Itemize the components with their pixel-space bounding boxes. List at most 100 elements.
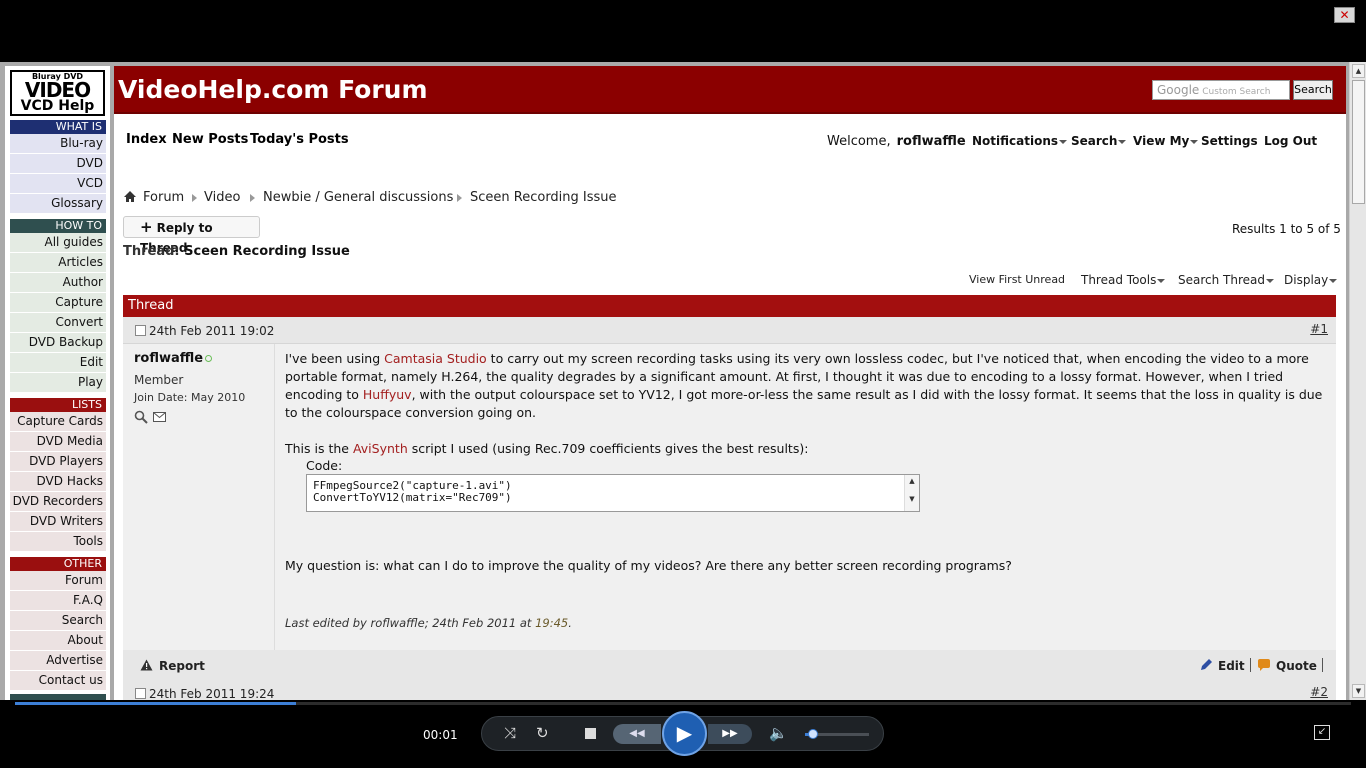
post-author[interactable]: roflwaffle: [134, 351, 203, 366]
forum-title[interactable]: VideoHelp.com Forum: [118, 75, 428, 104]
reply-to-thread-button[interactable]: + Reply to Thread: [123, 216, 260, 255]
close-button[interactable]: ✕: [1334, 7, 1355, 23]
post-select-checkbox[interactable]: [135, 325, 146, 336]
search-placeholder: Custom Search: [1202, 87, 1271, 97]
code-block[interactable]: FFmpegSource2("capture-1.avi") ConvertTo…: [306, 474, 920, 512]
nav-play[interactable]: Play: [10, 373, 106, 392]
display-menu[interactable]: Display: [1284, 273, 1338, 287]
nav-dvd[interactable]: DVD: [10, 154, 106, 173]
chevron-down-icon: [1266, 278, 1274, 283]
repeat-icon[interactable]: ↻: [536, 724, 549, 742]
report-button[interactable]: Report: [159, 659, 205, 673]
nav-dvd-writers[interactable]: DVD Writers: [10, 512, 106, 531]
scrollbar-thumb[interactable]: [1352, 80, 1365, 204]
search-label: Search: [1071, 134, 1118, 148]
google-search-button[interactable]: Search: [1293, 80, 1333, 100]
log-out-link[interactable]: Log Out: [1264, 134, 1317, 148]
search-thread-menu[interactable]: Search Thread: [1178, 273, 1274, 287]
view-my-menu[interactable]: View My: [1133, 134, 1199, 148]
pencil-icon: [1201, 659, 1212, 670]
breadcrumb-sep-icon: [192, 194, 197, 202]
scroll-down-icon[interactable]: ▼: [905, 495, 919, 503]
last-edited-time: 19:45: [535, 616, 569, 630]
post-body: I've been using Camtasia Studio to carry…: [275, 344, 1336, 650]
volume-knob[interactable]: [807, 729, 818, 739]
logo-line3: VCD Help: [20, 98, 95, 114]
nav-blu-ray[interactable]: Blu-ray: [10, 134, 106, 153]
post-paragraph-3: My question is: what can I do to improve…: [285, 558, 1012, 573]
nav-capture-cards[interactable]: Capture Cards: [10, 412, 106, 431]
logo-line2: VIDEO: [24, 78, 91, 102]
para2-part-a: This is the: [285, 441, 353, 456]
nav-dvd-media[interactable]: DVD Media: [10, 432, 106, 451]
volume-slider[interactable]: [805, 729, 869, 739]
nav-dvd-players[interactable]: DVD Players: [10, 452, 106, 471]
chevron-down-icon: [1190, 139, 1199, 144]
edit-button[interactable]: Edit: [1218, 659, 1245, 673]
nav-tools[interactable]: Tools: [10, 532, 106, 551]
scroll-up-icon[interactable]: ▲: [905, 477, 919, 485]
volume-icon[interactable]: 🔈: [769, 724, 788, 742]
videohelp-logo[interactable]: Bluray DVD VIDEO VCD Help: [10, 70, 105, 116]
stop-icon[interactable]: [585, 728, 596, 739]
scroll-down-icon[interactable]: ▼: [1352, 684, 1365, 698]
nav-dvd-hacks[interactable]: DVD Hacks: [10, 472, 106, 491]
post-number-link[interactable]: #1: [1310, 322, 1328, 336]
post-paragraph-1: I've been using Camtasia Studio to carry…: [285, 350, 1325, 422]
post2-date: 24th Feb 2011 19:24: [149, 687, 275, 700]
quote-button[interactable]: Quote: [1276, 659, 1317, 673]
next-button[interactable]: ▶▶: [708, 724, 752, 744]
nav-contact-us[interactable]: Contact us: [10, 671, 106, 690]
post2-select-checkbox[interactable]: [135, 688, 146, 699]
nav-articles[interactable]: Articles: [10, 253, 106, 272]
nav-all-guides[interactable]: All guides: [10, 233, 106, 252]
nav-capture[interactable]: Capture: [10, 293, 106, 312]
nav-about[interactable]: About: [10, 631, 106, 650]
page-scrollbar[interactable]: ▲ ▼: [1349, 62, 1366, 700]
camtasia-link[interactable]: Camtasia Studio: [384, 351, 487, 366]
email-icon[interactable]: [153, 412, 166, 422]
scroll-up-icon[interactable]: ▲: [1352, 64, 1365, 78]
notifications-menu[interactable]: Notifications: [972, 134, 1068, 148]
nav-todays-posts[interactable]: Today's Posts: [250, 132, 349, 147]
welcome-username[interactable]: roflwaffle: [897, 134, 966, 149]
google-search-input[interactable]: Google Custom Search: [1152, 80, 1290, 100]
nav-edit[interactable]: Edit: [10, 353, 106, 372]
nav-index[interactable]: Index: [126, 132, 167, 147]
huffyuv-link[interactable]: Huffyuv: [363, 387, 412, 402]
nav-glossary[interactable]: Glossary: [10, 194, 106, 213]
thread-tools-label: Thread Tools: [1081, 273, 1157, 287]
home-icon[interactable]: [123, 190, 137, 203]
view-first-unread-link[interactable]: View First Unread: [969, 273, 1065, 286]
code-scrollbar[interactable]: ▲ ▼: [904, 475, 919, 511]
elapsed-time: 00:01: [423, 728, 458, 742]
settings-link[interactable]: Settings: [1201, 134, 1258, 148]
para2-part-b: script I used (using Rec.709 coefficient…: [407, 441, 809, 456]
previous-button[interactable]: ◀◀: [613, 724, 661, 744]
play-button[interactable]: ▶: [662, 711, 707, 756]
nav-dvd-recorders[interactable]: DVD Recorders: [10, 492, 106, 511]
view-my-label: View My: [1133, 134, 1190, 148]
post-footer: Report Edit Quote: [123, 650, 1336, 682]
nav-dvd-backup[interactable]: DVD Backup: [10, 333, 106, 352]
seek-bar[interactable]: [15, 702, 1351, 705]
breadcrumb-video[interactable]: Video: [204, 190, 240, 205]
nav-faq[interactable]: F.A.Q: [10, 591, 106, 610]
thread-tools-menu[interactable]: Thread Tools: [1081, 273, 1166, 287]
search-menu[interactable]: Search: [1071, 134, 1127, 148]
nav-vcd[interactable]: VCD: [10, 174, 106, 193]
magnifier-icon[interactable]: [134, 410, 148, 424]
post2-number-link[interactable]: #2: [1310, 685, 1328, 699]
shuffle-icon[interactable]: ⤨: [504, 724, 516, 742]
nav-convert[interactable]: Convert: [10, 313, 106, 332]
switch-to-library-icon[interactable]: ↙: [1314, 725, 1330, 740]
nav-forum[interactable]: Forum: [10, 571, 106, 590]
nav-new-posts[interactable]: New Posts: [172, 132, 248, 147]
nav-author[interactable]: Author: [10, 273, 106, 292]
breadcrumb-newbie[interactable]: Newbie / General discussions: [263, 190, 453, 205]
post-paragraph-2: This is the AviSynth script I used (usin…: [285, 440, 808, 458]
avisynth-link[interactable]: AviSynth: [353, 441, 408, 456]
nav-search[interactable]: Search: [10, 611, 106, 630]
breadcrumb-forum[interactable]: Forum: [143, 190, 184, 205]
nav-advertise[interactable]: Advertise: [10, 651, 106, 670]
